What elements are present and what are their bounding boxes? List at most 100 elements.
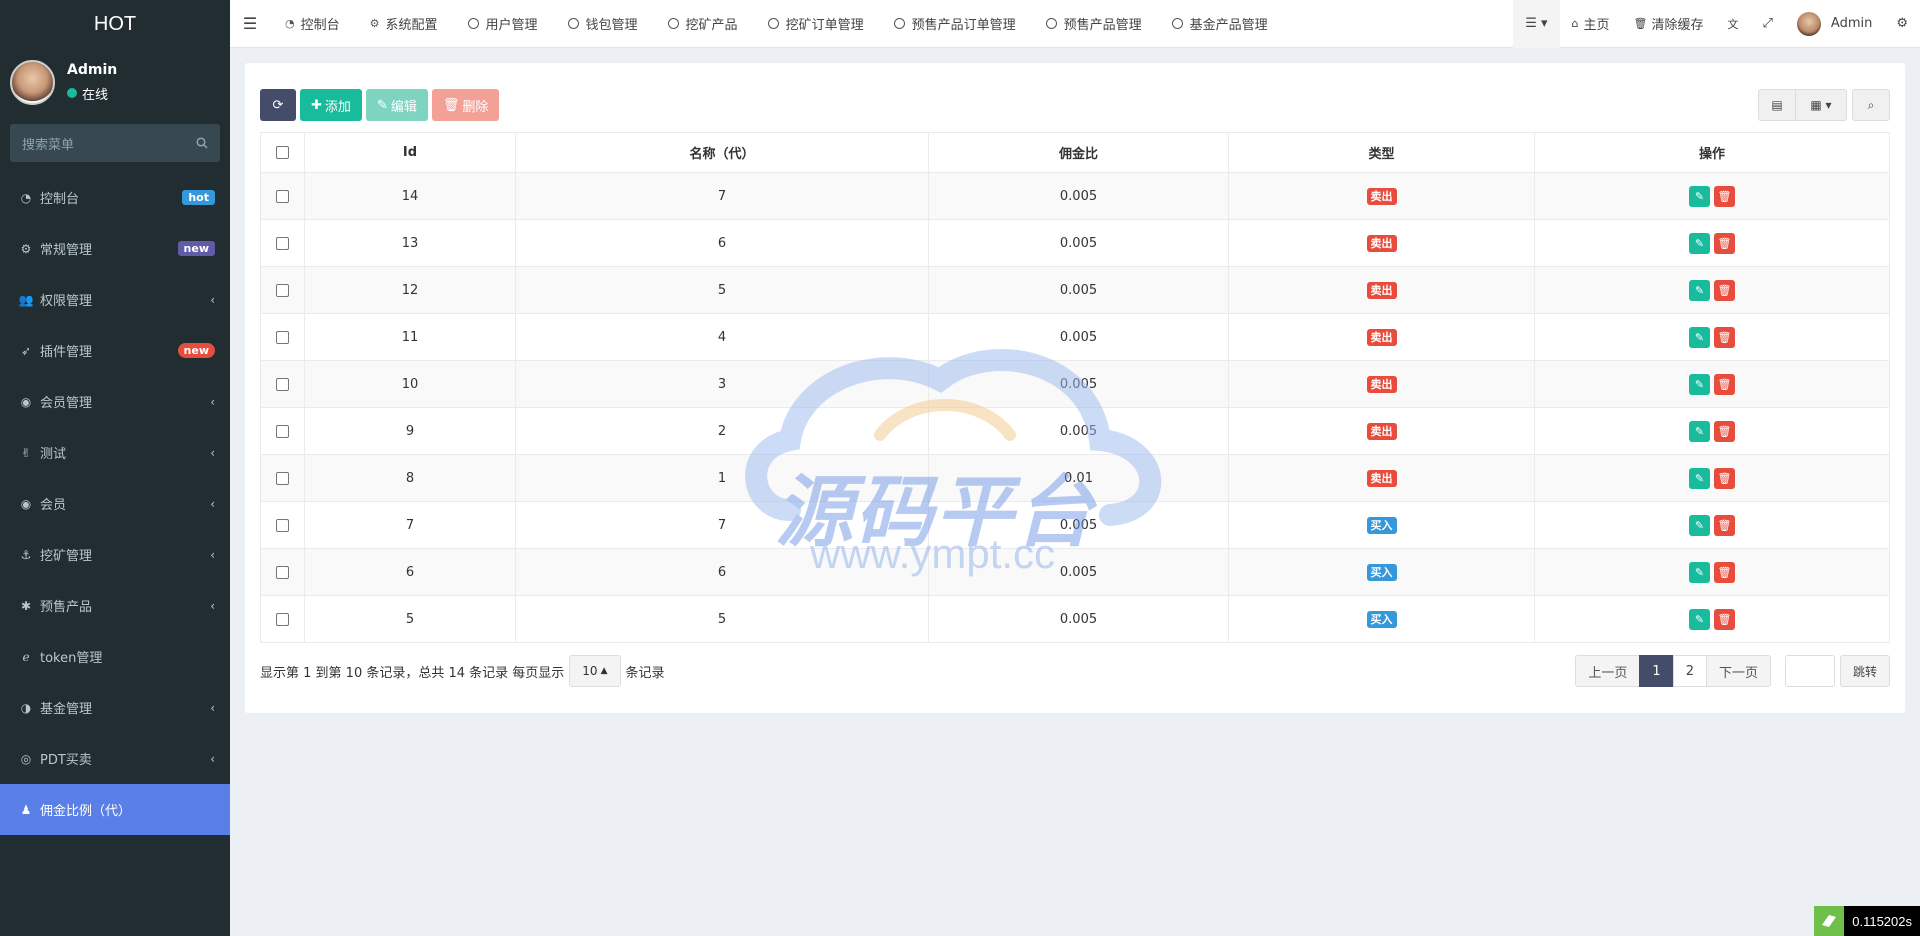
row-delete-icon[interactable]: 🗑 [1714, 561, 1735, 583]
sidebar-item[interactable]: ⚙ 常规管理 new [0, 223, 230, 274]
nav-tab[interactable]: 钱包管理 [553, 0, 653, 48]
row-edit-icon[interactable]: ✎ [1689, 467, 1710, 489]
table-row[interactable]: 10 3 0.005 卖出 ✎ 🗑 [260, 360, 1890, 408]
page-size-dropdown[interactable]: 10 ▲ [569, 655, 621, 687]
sidebar-item[interactable]: ℯ token管理 [0, 631, 230, 682]
table-row[interactable]: 14 7 0.005 卖出 ✎ 🗑 [260, 172, 1890, 220]
nav-tab[interactable]: ⚙ 系统配置 [355, 0, 453, 48]
sidebar-item[interactable]: 👥 权限管理 ‹ [0, 274, 230, 325]
row-select-cell[interactable] [260, 172, 305, 220]
sidebar-item[interactable]: ◉ 会员 ‹ [0, 478, 230, 529]
type-badge[interactable]: 买入 [1366, 564, 1397, 581]
row-delete-icon[interactable]: 🗑 [1714, 373, 1735, 395]
type-badge[interactable]: 卖出 [1366, 235, 1397, 252]
language-icon[interactable]: 文 [1716, 0, 1751, 48]
add-button[interactable]: ✚ 添加 [300, 89, 362, 121]
row-edit-icon[interactable]: ✎ [1689, 420, 1710, 442]
row-select-cell[interactable] [260, 454, 305, 502]
col-header-name[interactable]: 名称（代） [515, 132, 929, 173]
page-button-1[interactable]: 1 [1639, 655, 1674, 687]
columns-dropdown-button[interactable]: ▦ ▾ [1795, 89, 1847, 121]
row-delete-icon[interactable]: 🗑 [1714, 185, 1735, 207]
row-checkbox[interactable] [276, 330, 289, 344]
sidebar-toggle-icon[interactable]: ☰ [230, 14, 270, 33]
row-edit-icon[interactable]: ✎ [1689, 232, 1710, 254]
table-row[interactable]: 11 4 0.005 卖出 ✎ 🗑 [260, 313, 1890, 361]
nav-tab[interactable]: 预售产品管理 [1031, 0, 1157, 48]
search-icon[interactable] [196, 137, 208, 149]
row-select-cell[interactable] [260, 313, 305, 361]
row-checkbox[interactable] [276, 518, 289, 532]
nav-tab[interactable]: 挖矿产品 [653, 0, 753, 48]
sidebar-item[interactable]: ♟ 佣金比例（代） [0, 784, 230, 835]
clear-cache-link[interactable]: 🗑 清除缓存 [1622, 0, 1716, 48]
sidebar-item[interactable]: ◎ PDT买卖 ‹ [0, 733, 230, 784]
row-delete-icon[interactable]: 🗑 [1714, 232, 1735, 254]
fullscreen-icon[interactable]: ⤢ [1751, 0, 1785, 48]
settings-gears-icon[interactable]: ⚙ [1884, 0, 1920, 48]
jump-page-input[interactable] [1784, 655, 1835, 687]
row-edit-icon[interactable]: ✎ [1689, 326, 1710, 348]
row-checkbox[interactable] [276, 283, 289, 297]
row-delete-icon[interactable]: 🗑 [1714, 420, 1735, 442]
row-edit-icon[interactable]: ✎ [1689, 514, 1710, 536]
row-delete-icon[interactable]: 🗑 [1714, 467, 1735, 489]
nav-tab[interactable]: 预售产品订单管理 [879, 0, 1031, 48]
search-input[interactable]: 搜索菜单 [22, 134, 74, 153]
sidebar-item[interactable]: ◉ 会员管理 ‹ [0, 376, 230, 427]
row-checkbox[interactable] [276, 612, 289, 626]
nav-tab[interactable]: 用户管理 [453, 0, 553, 48]
sidebar-item[interactable]: ◔ 控制台 hot [0, 172, 230, 223]
multiplenav-dropdown-icon[interactable]: ☰ ▾ [1513, 0, 1560, 48]
row-checkbox[interactable] [276, 189, 289, 203]
col-header-type[interactable]: 类型 [1228, 132, 1535, 173]
table-row[interactable]: 9 2 0.005 卖出 ✎ 🗑 [260, 407, 1890, 455]
row-edit-icon[interactable]: ✎ [1689, 373, 1710, 395]
row-edit-icon[interactable]: ✎ [1689, 608, 1710, 630]
type-badge[interactable]: 卖出 [1366, 376, 1397, 393]
page-button-2[interactable]: 2 [1672, 655, 1707, 687]
home-link[interactable]: ⌂ 主页 [1560, 0, 1622, 48]
nav-tab[interactable]: 基金产品管理 [1157, 0, 1283, 48]
nav-tab[interactable]: ◔ 控制台 [270, 0, 355, 48]
sidebar-item[interactable]: ✌ 测试 ‹ [0, 427, 230, 478]
debug-timer[interactable]: 0.115202s [1814, 906, 1920, 936]
nav-tab[interactable]: 挖矿订单管理 [753, 0, 879, 48]
table-row[interactable]: 8 1 0.01 卖出 ✎ 🗑 [260, 454, 1890, 502]
table-row[interactable]: 13 6 0.005 卖出 ✎ 🗑 [260, 219, 1890, 267]
search-toggle-button[interactable]: ⌕ [1852, 89, 1890, 121]
row-select-cell[interactable] [260, 360, 305, 408]
next-page-button[interactable]: 下一页 [1705, 655, 1771, 687]
refresh-button[interactable]: ⟳ [260, 89, 296, 121]
table-row[interactable]: 5 5 0.005 买入 ✎ 🗑 [260, 595, 1890, 643]
row-select-cell[interactable] [260, 548, 305, 596]
brand-logo[interactable]: HOT [0, 0, 230, 48]
row-checkbox[interactable] [276, 424, 289, 438]
row-checkbox[interactable] [276, 565, 289, 579]
table-row[interactable]: 12 5 0.005 卖出 ✎ 🗑 [260, 266, 1890, 314]
row-delete-icon[interactable]: 🗑 [1714, 326, 1735, 348]
select-all-checkbox[interactable] [276, 146, 289, 159]
type-badge[interactable]: 卖出 [1366, 188, 1397, 205]
type-badge[interactable]: 卖出 [1366, 470, 1397, 487]
type-badge[interactable]: 买入 [1366, 611, 1397, 628]
row-edit-icon[interactable]: ✎ [1689, 561, 1710, 583]
row-delete-icon[interactable]: 🗑 [1714, 514, 1735, 536]
admin-menu[interactable]: Admin [1785, 0, 1884, 48]
sidebar-item[interactable]: ➶ 插件管理 new [0, 325, 230, 376]
row-select-cell[interactable] [260, 266, 305, 314]
row-delete-icon[interactable]: 🗑 [1714, 608, 1735, 630]
row-select-cell[interactable] [260, 219, 305, 267]
row-edit-icon[interactable]: ✎ [1689, 279, 1710, 301]
row-select-cell[interactable] [260, 501, 305, 549]
row-checkbox[interactable] [276, 377, 289, 391]
select-all-cell[interactable] [260, 132, 305, 173]
row-checkbox[interactable] [276, 236, 289, 250]
type-badge[interactable]: 卖出 [1366, 282, 1397, 299]
col-header-id[interactable]: Id [304, 132, 516, 173]
table-row[interactable]: 7 7 0.005 买入 ✎ 🗑 [260, 501, 1890, 549]
edit-button[interactable]: ✎ 编辑 [365, 89, 428, 121]
col-header-ratio[interactable]: 佣金比 [928, 132, 1229, 173]
row-select-cell[interactable] [260, 407, 305, 455]
jump-button[interactable]: 跳转 [1839, 655, 1890, 687]
